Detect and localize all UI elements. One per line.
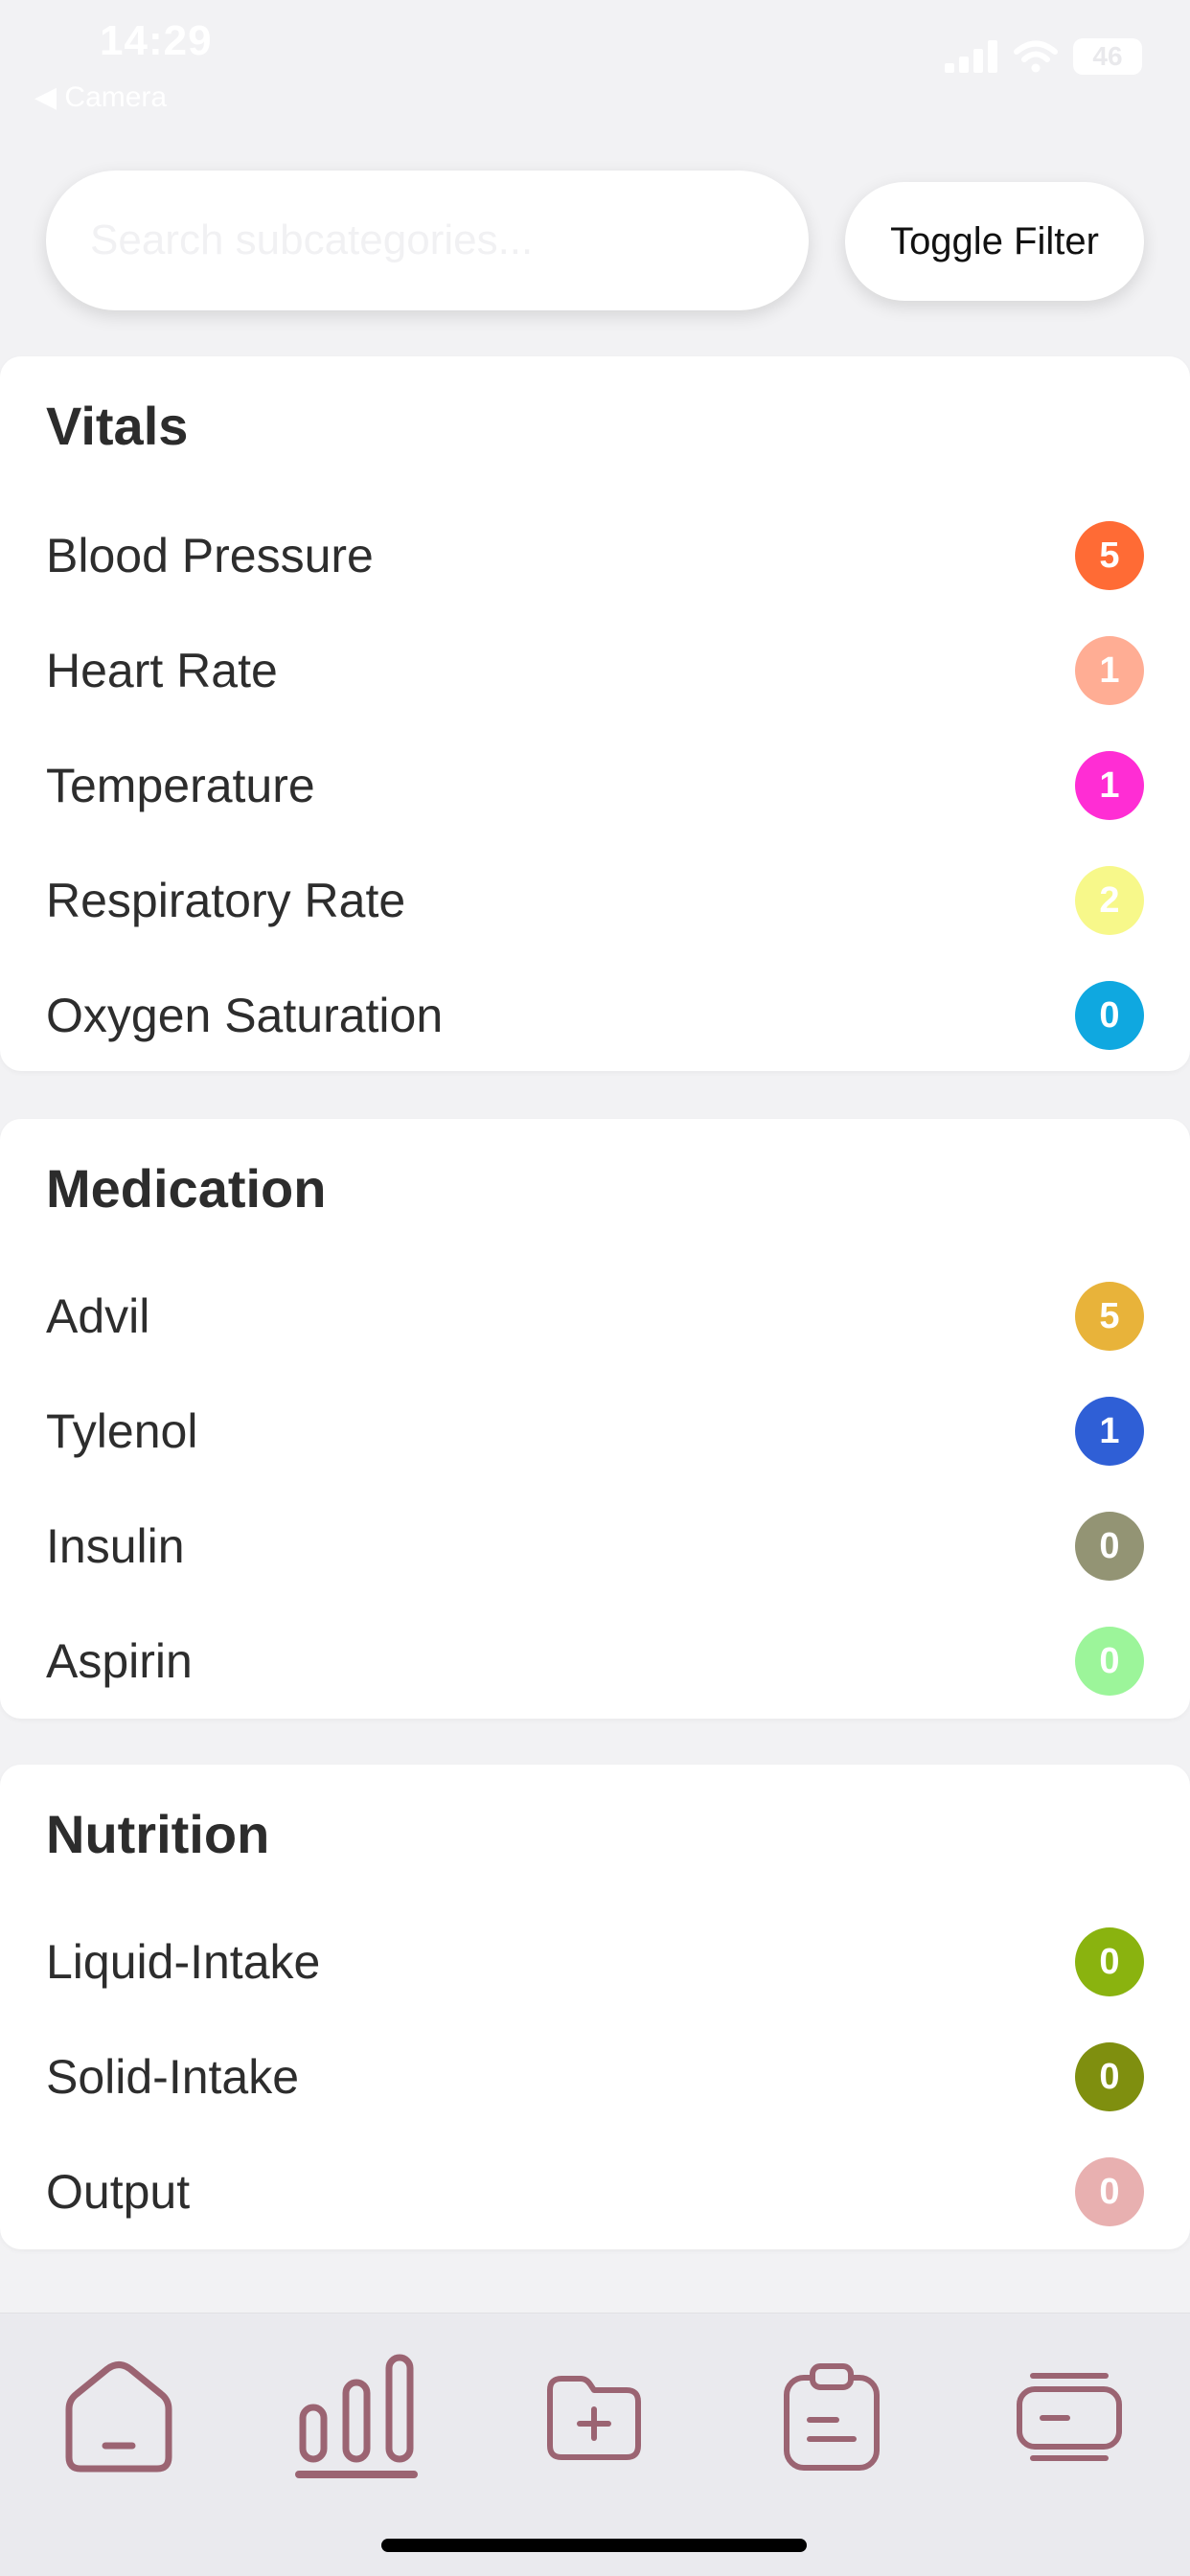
list-item[interactable]: Output 0 xyxy=(0,2134,1190,2249)
bar-chart-icon xyxy=(295,2354,418,2478)
clipboard-icon xyxy=(784,2363,880,2471)
count-badge: 2 xyxy=(1075,866,1144,935)
list-item[interactable]: Respiratory Rate 2 xyxy=(0,843,1190,958)
list-item-label: Temperature xyxy=(46,759,315,812)
toggle-filter-button[interactable]: Toggle Filter xyxy=(845,182,1144,301)
list-item[interactable]: Liquid-Intake 0 xyxy=(0,1904,1190,2019)
list-item-label: Output xyxy=(46,2165,191,2219)
count-badge: 0 xyxy=(1075,1627,1144,1696)
search-input[interactable] xyxy=(46,171,809,310)
count-badge: 1 xyxy=(1075,1397,1144,1466)
back-to-camera-link[interactable]: ◀ Camera xyxy=(34,80,167,114)
status-icons: 46 xyxy=(945,38,1142,75)
tab-add-folder[interactable] xyxy=(517,2331,671,2503)
count-badge: 0 xyxy=(1075,1927,1144,1996)
count-badge: 0 xyxy=(1075,1512,1144,1581)
count-badge: 5 xyxy=(1075,1282,1144,1351)
folder-add-icon xyxy=(547,2376,641,2460)
list-item-label: Respiratory Rate xyxy=(46,874,406,927)
tab-home[interactable] xyxy=(42,2331,195,2503)
count-badge: 0 xyxy=(1075,2042,1144,2111)
section-title: Nutrition xyxy=(46,1804,270,1864)
list-item-label: Tylenol xyxy=(46,1404,198,1458)
list-item-label: Heart Rate xyxy=(46,644,278,697)
cellular-signal-icon xyxy=(945,40,997,73)
list-item[interactable]: Heart Rate 1 xyxy=(0,613,1190,728)
list-item[interactable]: Blood Pressure 5 xyxy=(0,498,1190,613)
list-item-label: Advil xyxy=(46,1289,150,1343)
section-nutrition: Nutrition Liquid-Intake 0 Solid-Intake 0… xyxy=(0,1765,1190,2249)
card-icon xyxy=(1017,2373,1122,2461)
list-item-label: Blood Pressure xyxy=(46,529,374,582)
tab-card[interactable] xyxy=(993,2331,1146,2503)
list-item[interactable]: Solid-Intake 0 xyxy=(0,2019,1190,2134)
count-badge: 5 xyxy=(1075,521,1144,590)
section-title: Medication xyxy=(46,1158,327,1219)
list-item[interactable]: Temperature 1 xyxy=(0,728,1190,843)
list-item-label: Aspirin xyxy=(46,1634,193,1688)
section-title: Vitals xyxy=(46,396,189,456)
home-indicator xyxy=(381,2539,807,2552)
count-badge: 0 xyxy=(1075,981,1144,1050)
status-time: 14:29 xyxy=(100,17,213,64)
list-item[interactable]: Oxygen Saturation 0 xyxy=(0,958,1190,1073)
list-item-label: Liquid-Intake xyxy=(46,1935,321,1989)
count-badge: 1 xyxy=(1075,751,1144,820)
battery-indicator: 46 xyxy=(1073,38,1142,75)
list-item[interactable]: Insulin 0 xyxy=(0,1489,1190,1604)
list-item-label: Oxygen Saturation xyxy=(46,989,444,1042)
list-item[interactable]: Advil 5 xyxy=(0,1259,1190,1374)
home-icon xyxy=(65,2361,172,2473)
bottom-tab-bar xyxy=(0,2313,1190,2576)
list-item[interactable]: Aspirin 0 xyxy=(0,1604,1190,1719)
list-item[interactable]: Tylenol 1 xyxy=(0,1374,1190,1489)
section-medication: Medication Advil 5 Tylenol 1 Insulin 0 A… xyxy=(0,1119,1190,1719)
tab-clipboard[interactable] xyxy=(755,2331,908,2503)
wifi-icon xyxy=(1014,40,1058,73)
count-badge: 1 xyxy=(1075,636,1144,705)
section-vitals: Vitals Blood Pressure 5 Heart Rate 1 Tem… xyxy=(0,356,1190,1071)
list-item-label: Solid-Intake xyxy=(46,2050,300,2104)
list-item-label: Insulin xyxy=(46,1519,185,1573)
tab-statistics[interactable] xyxy=(280,2331,433,2503)
count-badge: 0 xyxy=(1075,2157,1144,2226)
